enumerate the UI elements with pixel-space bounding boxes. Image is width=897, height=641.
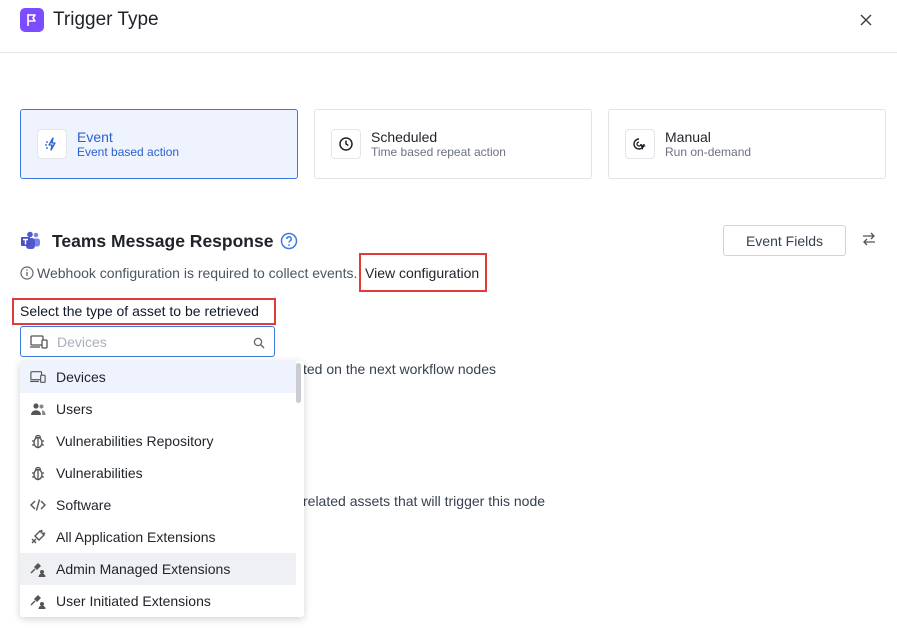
plug-icon [30,529,46,545]
bug-icon [30,465,46,481]
help-icon[interactable] [280,232,298,250]
trigger-type-label: Manual [665,129,711,145]
list-item-admin-managed-extensions[interactable]: Admin Managed Extensions [20,553,296,585]
trigger-type-description: Run on-demand [665,145,752,159]
search-icon [253,336,265,349]
clock-icon [331,129,361,159]
trigger-type-scheduled-card[interactable]: Scheduled Time based repeat action [314,109,592,179]
bug-icon [30,433,46,449]
asset-type-search-input[interactable] [57,332,247,352]
list-item-software[interactable]: Software [20,489,296,521]
info-icon [20,266,34,280]
event-lightning-icon [37,129,67,159]
list-item-users[interactable]: Users [20,393,296,425]
asset-type-dropdown: Devices Users Vulnerabilities Repository… [20,361,304,617]
trigger-type-label: Scheduled [371,129,438,145]
admin-extension-icon [30,561,46,577]
trigger-type-description: Event based action [77,145,180,159]
cursor-click-icon [625,129,655,159]
dialog-header: Trigger Type [0,0,897,53]
trigger-type-label: Event [77,129,113,145]
list-item-label: Vulnerabilities [56,465,143,481]
users-icon [30,401,46,417]
asset-type-label-highlight [12,298,276,325]
user-extension-icon [30,593,46,609]
code-icon [30,497,46,513]
list-item-label: Software [56,497,112,513]
list-item-label: Admin Managed Extensions [56,561,231,577]
flag-icon [20,8,44,32]
devices-icon [30,369,46,385]
list-item-label: User Initiated Extensions [56,593,211,609]
trigger-type-event-card[interactable]: Event Event based action [20,109,298,179]
list-item-label: Devices [56,369,106,385]
asset-type-search-field[interactable] [20,326,275,357]
close-icon[interactable] [856,10,876,30]
trigger-type-manual-card[interactable]: Manual Run on-demand [608,109,886,179]
swap-icon[interactable] [861,231,879,249]
list-item-user-initiated-extensions[interactable]: User Initiated Extensions [20,585,296,617]
list-item-devices[interactable]: Devices [20,361,296,393]
teams-icon [20,231,42,251]
list-item-label: Users [56,401,93,417]
list-item-label: Vulnerabilities Repository [56,433,214,449]
view-configuration-highlight [359,253,487,292]
list-item-vulnerabilities-repository[interactable]: Vulnerabilities Repository [20,425,296,457]
webhook-info-text: Webhook configuration is required to col… [37,265,358,281]
list-item-all-application-extensions[interactable]: All Application Extensions [20,521,296,553]
section-title: Teams Message Response [52,231,274,251]
list-item-vulnerabilities[interactable]: Vulnerabilities [20,457,296,489]
dialog-title: Trigger Type [53,9,159,30]
dropdown-scrollbar[interactable] [296,363,301,403]
devices-icon [30,335,48,349]
background-text-2: related assets that will trigger this no… [303,493,546,509]
background-text-1: ted on the next workflow nodes [303,361,497,377]
trigger-type-description: Time based repeat action [371,145,506,159]
event-fields-button[interactable]: Event Fields [723,225,846,256]
list-item-label: All Application Extensions [56,529,216,545]
